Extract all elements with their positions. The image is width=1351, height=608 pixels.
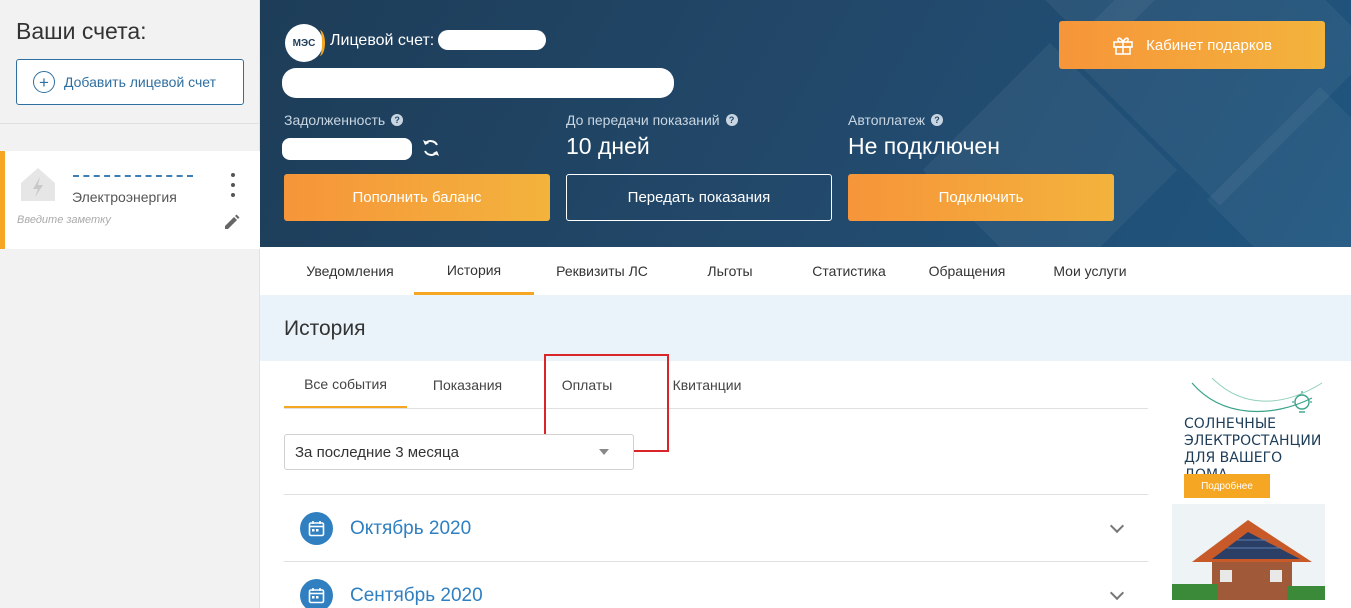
chevron-down-icon — [1109, 518, 1125, 534]
days-label: До передачи показаний? — [566, 112, 738, 128]
calendar-icon — [300, 512, 333, 545]
ad-more-button[interactable]: Подробнее — [1184, 474, 1270, 498]
note-placeholder[interactable]: Введите заметку — [17, 214, 111, 226]
days-value: 10 дней — [566, 133, 650, 159]
account-number-masked — [438, 30, 546, 50]
account-card[interactable]: Электроэнергия Введите заметку — [0, 151, 260, 249]
account-type: Электроэнергия — [72, 189, 177, 205]
debt-value-masked — [282, 138, 412, 160]
autopay-value: Не подключен — [848, 133, 1000, 159]
tab-my-services[interactable]: Мои услуги — [1040, 247, 1140, 295]
divider — [284, 408, 1148, 409]
add-account-label: Добавить лицевой счет — [64, 74, 217, 90]
sidebar: Ваши счета: + Добавить лицевой счет Элек… — [0, 0, 260, 608]
debt-label: Задолженность? — [284, 112, 404, 128]
tab-history[interactable]: История — [414, 247, 534, 295]
autopay-label: Автоплатеж? — [848, 112, 943, 128]
topup-balance-button[interactable]: Пополнить баланс — [284, 174, 550, 221]
subtab-readings[interactable]: Показания — [420, 361, 515, 409]
month-row-september[interactable]: Сентябрь 2020 — [284, 561, 1148, 608]
subtab-all-events[interactable]: Все события — [284, 361, 407, 409]
tab-requests[interactable]: Обращения — [922, 247, 1012, 295]
help-icon[interactable]: ? — [725, 114, 738, 126]
chevron-down-icon — [599, 449, 609, 455]
gift-button-label: Кабинет подарков — [1146, 36, 1272, 54]
connect-autopay-button[interactable]: Подключить — [848, 174, 1114, 221]
main-tabs: Уведомления История Реквизиты ЛС Льготы … — [260, 247, 1351, 295]
month-label: Октябрь 2020 — [350, 518, 472, 539]
plus-icon: + — [33, 71, 55, 93]
submit-readings-button[interactable]: Передать показания — [566, 174, 832, 221]
refresh-icon[interactable] — [420, 137, 442, 159]
divider — [0, 123, 260, 124]
subtab-payments[interactable]: Оплаты — [550, 361, 624, 409]
month-label: Сентябрь 2020 — [350, 585, 483, 606]
month-row-october[interactable]: Октябрь 2020 — [284, 494, 1148, 560]
help-icon[interactable]: ? — [931, 114, 943, 126]
sidebar-title: Ваши счета: — [16, 18, 147, 44]
tab-statistics[interactable]: Статистика — [800, 247, 898, 295]
tab-benefits[interactable]: Льготы — [690, 247, 770, 295]
gift-icon — [1113, 37, 1133, 55]
tab-notifications[interactable]: Уведомления — [290, 247, 410, 295]
pencil-icon[interactable] — [223, 213, 241, 231]
tab-requisites[interactable]: Реквизиты ЛС — [544, 247, 660, 295]
kebab-menu-icon[interactable] — [223, 173, 243, 197]
history-title: История — [284, 317, 366, 340]
history-header: История — [260, 295, 1351, 361]
house-solar-image — [1172, 504, 1325, 600]
gift-cabinet-button[interactable]: Кабинет подарков — [1059, 21, 1325, 69]
chevron-down-icon — [1109, 585, 1125, 601]
period-select[interactable]: За последние 3 месяца — [284, 434, 634, 470]
account-number-masked — [73, 157, 193, 177]
help-icon[interactable]: ? — [391, 114, 404, 126]
account-banner: МЭС Лицевой счет: Задолженность? До пере… — [260, 0, 1351, 247]
house-electricity-icon — [21, 168, 55, 201]
company-logo: МЭС — [285, 24, 325, 62]
solar-ad-banner[interactable]: СОЛНЕЧНЫЕ ЭЛЕКТРОСТАНЦИИ ДЛЯ ВАШЕГО ДОМА… — [1172, 378, 1325, 600]
address-masked — [282, 68, 674, 98]
calendar-icon — [300, 579, 333, 608]
period-value: За последние 3 месяца — [295, 443, 459, 461]
subtab-receipts[interactable]: Квитанции — [664, 361, 750, 409]
add-account-button[interactable]: + Добавить лицевой счет — [16, 59, 244, 105]
account-label: Лицевой счет: — [330, 32, 435, 49]
